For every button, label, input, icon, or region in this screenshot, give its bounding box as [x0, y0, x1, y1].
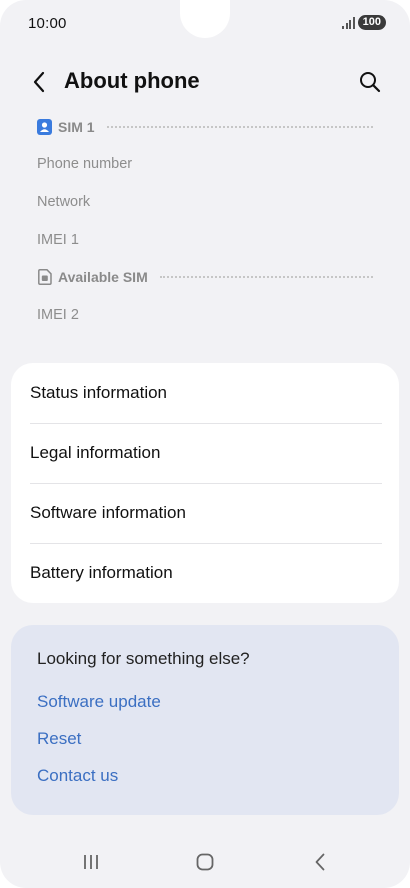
- sim-person-icon: [37, 119, 52, 135]
- divider-dots: [159, 276, 373, 278]
- suggestions-card: Looking for something else? Software upd…: [11, 625, 399, 815]
- back-arrow-icon: [315, 853, 325, 871]
- software-update-link[interactable]: Software update: [37, 692, 161, 712]
- recent-apps-icon: [84, 855, 98, 869]
- sim2-section-header: Available SIM: [37, 267, 373, 287]
- back-nav-button[interactable]: [305, 850, 335, 874]
- chevron-left-icon: [33, 71, 45, 93]
- network-label: Network: [37, 194, 91, 210]
- menu-item-label: Status information: [30, 383, 168, 402]
- info-menu-card: Status information Legal information Sof…: [11, 363, 399, 603]
- status-time: 10:00: [28, 15, 67, 32]
- menu-item-label: Legal information: [30, 443, 161, 462]
- back-button[interactable]: [26, 68, 52, 96]
- battery-icon: 100: [357, 15, 386, 30]
- home-icon: [196, 853, 214, 871]
- menu-item-label: Software information: [30, 503, 186, 522]
- search-button[interactable]: [356, 68, 384, 96]
- sim-card-icon: [38, 269, 52, 285]
- contact-us-link[interactable]: Contact us: [37, 766, 118, 786]
- menu-item-battery-information[interactable]: Battery information: [11, 543, 399, 603]
- app-header: About phone: [0, 60, 410, 104]
- suggestions-title: Looking for something else?: [37, 649, 250, 668]
- search-icon: [360, 72, 381, 93]
- navigation-bar: [0, 838, 410, 888]
- reset-link[interactable]: Reset: [37, 729, 81, 749]
- sim2-label: Available SIM: [58, 269, 148, 285]
- imei2-label: IMEI 2: [37, 307, 79, 323]
- menu-item-software-information[interactable]: Software information: [11, 483, 399, 543]
- imei1-label: IMEI 1: [37, 232, 79, 248]
- page-title: About phone: [64, 68, 200, 93]
- sim1-section-header: SIM 1: [37, 117, 373, 137]
- divider-dots: [106, 126, 373, 128]
- phone-screen: 10:00 100 About phone SIM 1 Phone number…: [0, 0, 410, 888]
- signal-icon: [342, 16, 355, 29]
- menu-item-legal-information[interactable]: Legal information: [11, 423, 399, 483]
- sim1-label: SIM 1: [58, 119, 95, 135]
- recent-apps-button[interactable]: [76, 850, 106, 874]
- status-icons: 100: [342, 15, 386, 30]
- phone-number-label: Phone number: [37, 156, 133, 172]
- menu-item-label: Battery information: [30, 563, 173, 582]
- home-button[interactable]: [190, 850, 220, 874]
- status-bar: 10:00 100: [0, 0, 410, 46]
- menu-item-status-information[interactable]: Status information: [11, 363, 399, 423]
